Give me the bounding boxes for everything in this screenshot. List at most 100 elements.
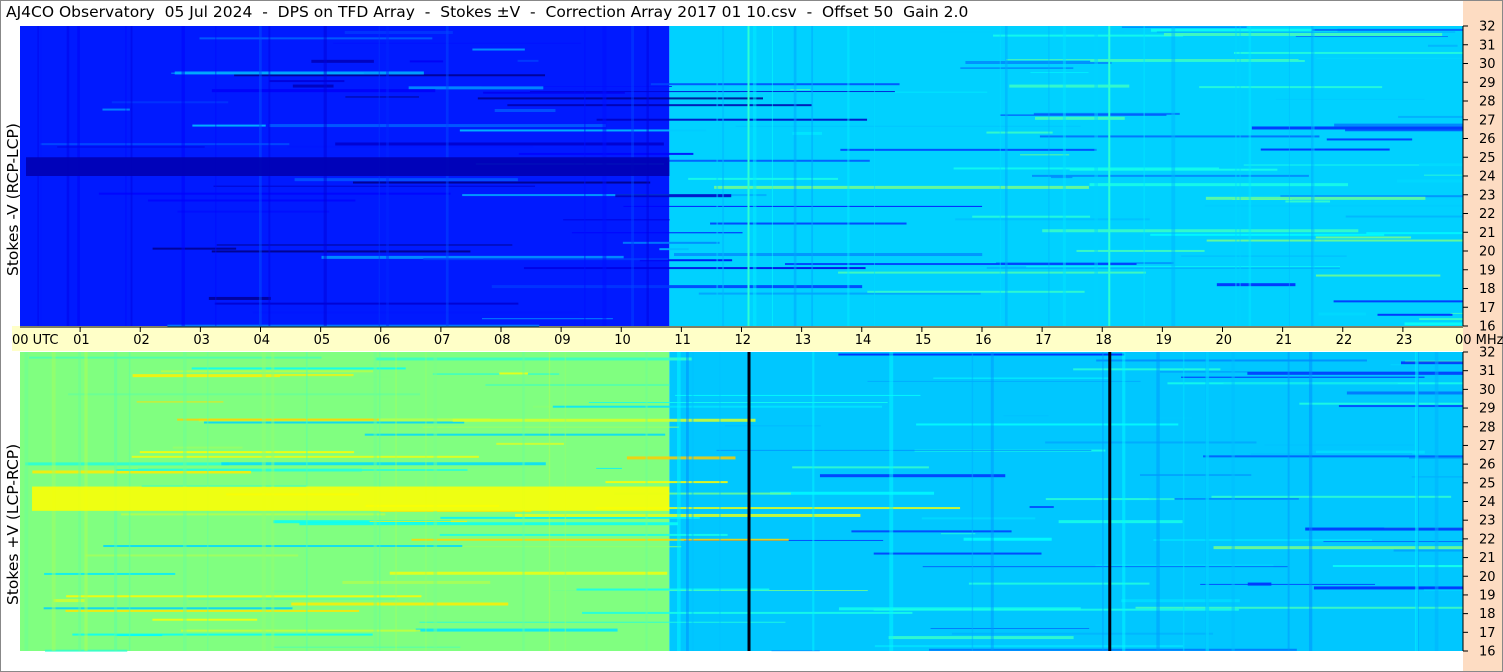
frequency-tick-label: 28 <box>1479 420 1496 435</box>
heatmap-streak <box>273 646 461 648</box>
heatmap-streak <box>1396 179 1463 183</box>
heatmap-streak <box>1315 236 1412 239</box>
heatmap-streak <box>1045 441 1257 444</box>
heatmap-streak <box>851 530 1012 533</box>
heatmap-streak <box>1026 266 1341 268</box>
heatmap-streak <box>1285 200 1331 203</box>
heatmap-streak <box>269 124 606 128</box>
time-tick-label: 22 <box>1336 333 1353 348</box>
heatmap-streak <box>292 84 334 88</box>
bright-line <box>1108 26 1111 326</box>
heatmap-stripe <box>677 352 681 651</box>
heatmap-streak <box>623 205 983 207</box>
heatmap-stripe <box>1143 26 1145 326</box>
time-tick-label: 04 <box>254 333 271 348</box>
frequency-tick-label: 25 <box>1479 476 1496 491</box>
heatmap-streak <box>98 192 451 195</box>
heatmap-streak <box>840 148 1097 151</box>
heatmap-streak <box>160 370 373 373</box>
heatmap-streak <box>724 425 821 427</box>
heatmap-streak <box>271 590 306 593</box>
utc-time-axis: 00 UTC 01 02 03 04 05 06 07 08 09 10 11 12 13 14 15 16 17… <box>12 326 1503 348</box>
heatmap-streak <box>440 516 700 519</box>
heatmap-streak <box>72 633 373 636</box>
heatmap-streak <box>1030 72 1089 74</box>
heatmap-stripe <box>847 26 850 326</box>
heatmap-stripe <box>1171 26 1176 326</box>
heatmap-streak <box>1400 361 1463 365</box>
heatmap-streak <box>177 210 330 213</box>
heatmap-streak <box>44 572 176 575</box>
heatmap-streak <box>65 609 360 612</box>
frequency-tick-label: 24 <box>1479 170 1496 185</box>
heatmap-streak <box>1121 599 1240 603</box>
heatmap-stripe <box>722 26 725 326</box>
frequency-tick-label: 29 <box>1479 76 1496 91</box>
time-tick-label: 21 <box>1276 333 1293 348</box>
time-tick-label: 02 <box>133 333 150 348</box>
heatmap-streak <box>294 178 518 182</box>
heatmap-streak <box>203 421 465 424</box>
heatmap-stripe <box>1231 352 1235 651</box>
heatmap-stripe <box>24 352 29 651</box>
heatmap-streak <box>735 125 1081 127</box>
heatmap-streak <box>342 580 491 584</box>
frequency-tick-label: 29 <box>1479 402 1496 417</box>
heatmap-stripe <box>1287 352 1290 651</box>
heatmap-streak <box>1404 322 1463 326</box>
frequency-tick-label: 18 <box>1479 607 1496 622</box>
time-tick-label: 05 <box>314 333 331 348</box>
heatmap-streak <box>29 356 322 359</box>
time-tick-label: 11 <box>674 333 691 348</box>
heatmap-streak <box>1313 586 1463 590</box>
heatmap-streak <box>770 491 935 495</box>
heatmap-streak <box>1393 549 1463 552</box>
heatmap-stripe <box>1288 26 1290 326</box>
heatmap-streak <box>375 357 692 361</box>
heatmap-stripe <box>1310 26 1314 326</box>
heatmap-streak <box>1419 318 1463 321</box>
heatmap-streak <box>389 571 668 575</box>
frequency-tick-label: 27 <box>1479 113 1496 128</box>
heatmap-streak <box>1390 364 1463 366</box>
heatmap-stripe <box>719 352 721 651</box>
dark-line <box>1108 352 1112 651</box>
frequency-tick-label: 30 <box>1479 57 1496 72</box>
frequency-tick-label: 21 <box>1479 551 1496 566</box>
heatmap-streak <box>888 636 1074 640</box>
heatmap-streak <box>710 222 907 225</box>
heatmap-streak <box>1424 174 1463 176</box>
frequency-tick-label: 16 <box>1479 320 1496 335</box>
heatmap-streak <box>452 418 756 422</box>
heatmap-streak <box>1315 274 1441 277</box>
frequency-tick-label: 32 <box>1479 20 1496 35</box>
heatmap-streak <box>523 267 866 270</box>
heatmap-streak <box>650 83 900 86</box>
time-tick-label: 08 <box>494 333 511 348</box>
heatmap-streak <box>333 42 582 44</box>
heatmap-streak <box>1216 283 1296 287</box>
heatmap-stripe <box>686 352 689 651</box>
heatmap-stripe <box>1102 352 1104 651</box>
heatmap-streak <box>211 89 436 93</box>
heatmap-band <box>32 486 670 511</box>
heatmap-streak <box>790 89 811 91</box>
heatmap-stripe <box>1156 352 1160 651</box>
heatmap-streak <box>1323 541 1463 543</box>
heatmap-streak <box>121 513 386 516</box>
heatmap-streak <box>588 402 888 404</box>
heatmap-streak <box>1338 405 1463 408</box>
heatmap-streak <box>1247 371 1463 375</box>
heatmap-streak <box>68 393 421 396</box>
frequency-tick-label: 28 <box>1479 95 1496 110</box>
heatmap-stripe <box>873 26 876 326</box>
frequency-tick-label: 21 <box>1479 226 1496 241</box>
heatmap-streak <box>659 248 689 251</box>
frequency-tick-label: 26 <box>1479 132 1496 147</box>
heatmap-streak <box>192 124 266 127</box>
heatmap-streak <box>1275 98 1425 100</box>
time-tick-label: 20 <box>1216 333 1233 348</box>
heatmap-streak <box>867 380 1141 382</box>
heatmap-streak <box>1050 176 1073 179</box>
frequency-tick-label: 17 <box>1479 301 1496 316</box>
